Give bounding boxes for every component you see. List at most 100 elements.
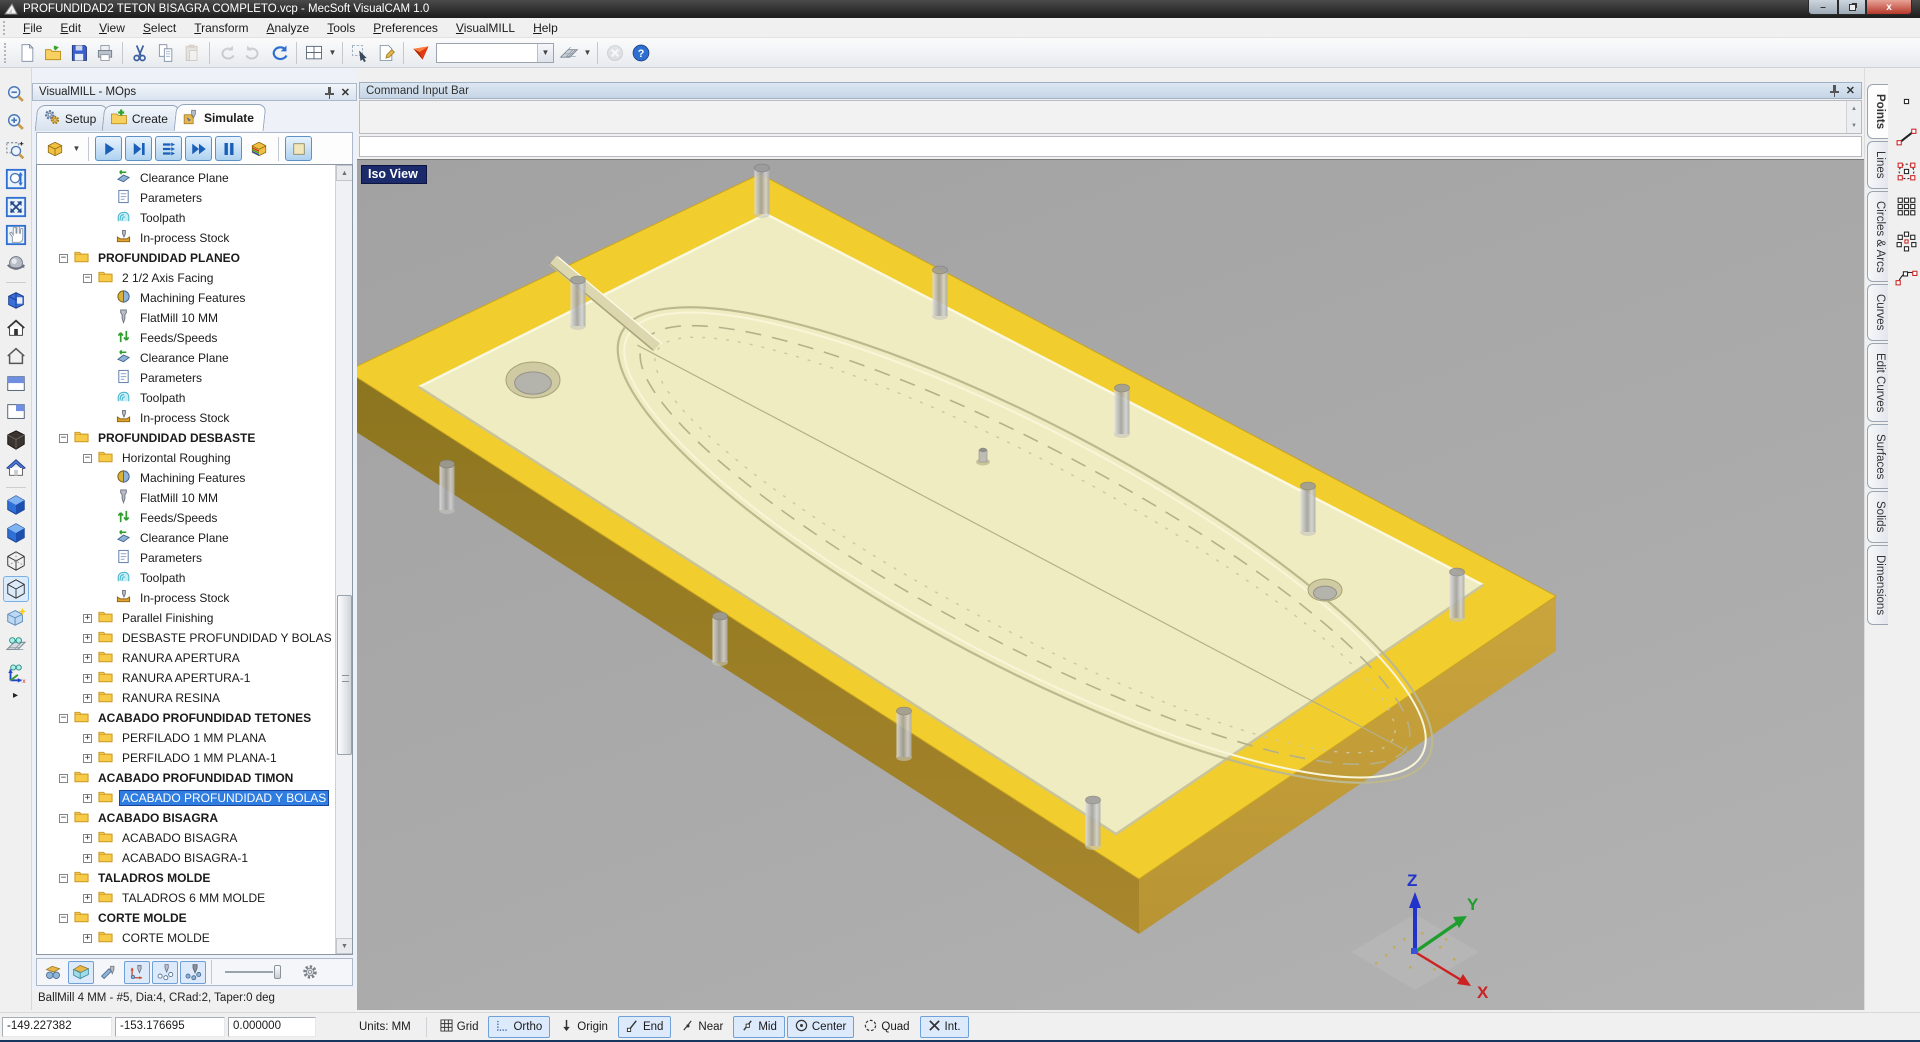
grid-toggle-icon[interactable] — [3, 632, 29, 658]
tree-item-perfilado-1-mm-plana-1[interactable]: +PERFILADO 1 MM PLANA-1 — [37, 748, 352, 768]
tab-circles-arcs[interactable]: Circles & Arcs — [1867, 191, 1888, 283]
sim-toolpath-icon[interactable] — [96, 961, 122, 984]
expand-icon[interactable]: + — [83, 854, 92, 863]
menu-item-preferences[interactable]: Preferences — [364, 20, 447, 36]
tab-create[interactable]: Create — [102, 105, 181, 131]
tree-item-taladros-6-mm-molde[interactable]: +TALADROS 6 MM MOLDE — [37, 888, 352, 908]
snap-toggle-end[interactable]: End — [618, 1016, 671, 1038]
redo-icon[interactable] — [240, 40, 266, 66]
shaded-cube-icon[interactable] — [3, 492, 29, 518]
tree-item-toolpath[interactable]: Toolpath — [37, 568, 352, 588]
tree-item-profundidad-planeo[interactable]: −PROFUNDIDAD PLANEO — [37, 248, 352, 268]
point-grid-icon[interactable] — [1895, 195, 1918, 221]
open-file-icon[interactable] — [40, 40, 66, 66]
split-view-icon[interactable] — [3, 371, 29, 397]
points-ring-icon[interactable] — [1895, 230, 1918, 256]
tree-item-desbaste-profundidad-y-bolas[interactable]: +DESBASTE PROFUNDIDAD Y BOLAS — [37, 628, 352, 648]
sim-holder-icon[interactable] — [180, 961, 206, 984]
scroll-up-icon[interactable]: ▲ — [1847, 102, 1861, 115]
expand-icon[interactable]: + — [83, 674, 92, 683]
scroll-up-icon[interactable]: ▲ — [336, 165, 353, 181]
cut-icon[interactable] — [127, 40, 153, 66]
fast-forward-icon[interactable] — [185, 136, 212, 161]
tree-item-toolpath[interactable]: Toolpath — [37, 388, 352, 408]
tree-item-toolpath[interactable]: Toolpath — [37, 208, 352, 228]
rotate-view-icon[interactable] — [3, 250, 29, 276]
points-on-circle-icon[interactable] — [1895, 160, 1918, 186]
snap-toggle-grid[interactable]: Grid — [432, 1016, 487, 1038]
render-cube-icon[interactable] — [3, 604, 29, 630]
menu-item-tools[interactable]: Tools — [318, 20, 364, 36]
material-grid-icon[interactable] — [556, 40, 582, 66]
tree-item-acabado-bisagra[interactable]: −ACABADO BISAGRA — [37, 808, 352, 828]
tree-item-feeds-speeds[interactable]: Feeds/Speeds — [37, 328, 352, 348]
sim-stock-icon[interactable] — [68, 961, 94, 984]
pause-icon[interactable] — [215, 136, 242, 161]
tree-item-acabado-profundidad-tetones[interactable]: −ACABADO PROFUNDIDAD TETONES — [37, 708, 352, 728]
expand-icon[interactable]: + — [83, 694, 92, 703]
tree-item-ranura-apertura[interactable]: +RANURA APERTURA — [37, 648, 352, 668]
menu-item-select[interactable]: Select — [134, 20, 185, 36]
print-icon[interactable] — [92, 40, 118, 66]
collapse-icon[interactable]: − — [59, 714, 68, 723]
simulation-speed-slider[interactable] — [225, 963, 287, 981]
tab-lines[interactable]: Lines — [1867, 141, 1888, 189]
tree-item-corte-molde[interactable]: +CORTE MOLDE — [37, 928, 352, 948]
stop-icon[interactable] — [602, 40, 628, 66]
stock-cube-icon[interactable] — [41, 136, 68, 161]
collapse-icon[interactable]: − — [83, 274, 92, 283]
mops-panel-titlebar[interactable]: VisualMILL - MOps ✕ — [32, 83, 357, 101]
zoom-out-icon[interactable] — [3, 82, 29, 108]
play-to-end-icon[interactable] — [125, 136, 152, 161]
snap-toggle-ortho[interactable]: Ortho — [488, 1016, 550, 1038]
tree-item-parallel-finishing[interactable]: +Parallel Finishing — [37, 608, 352, 628]
hidden-line-cube-icon[interactable] — [3, 548, 29, 574]
simulation-settings-gear-icon[interactable] — [297, 961, 323, 984]
tree-item-feeds-speeds[interactable]: Feeds/Speeds — [37, 508, 352, 528]
tab-setup[interactable]: Setup — [35, 105, 109, 131]
tree-item-parameters[interactable]: Parameters — [37, 548, 352, 568]
help-icon[interactable] — [628, 40, 654, 66]
object-properties-icon[interactable] — [373, 40, 399, 66]
menu-item-analyze[interactable]: Analyze — [257, 20, 318, 36]
home-view-icon[interactable] — [3, 315, 29, 341]
tree-item-acabado-profundidad-y-bolas[interactable]: +ACABADO PROFUNDIDAD Y BOLAS — [37, 788, 352, 808]
scroll-down-icon[interactable]: ▼ — [336, 938, 353, 954]
copy-icon[interactable] — [153, 40, 179, 66]
expand-icon[interactable]: + — [83, 754, 92, 763]
tree-item-flatmill-10-mm[interactable]: FlatMill 10 MM — [37, 488, 352, 508]
tree-item-horizontal-roughing[interactable]: −Horizontal Roughing — [37, 448, 352, 468]
axes-toggle-icon[interactable] — [3, 660, 29, 686]
collapse-icon[interactable]: − — [59, 874, 68, 883]
menu-item-view[interactable]: View — [90, 20, 134, 36]
expand-icon[interactable]: + — [83, 634, 92, 643]
zoom-extents-icon[interactable] — [3, 166, 29, 192]
snap-toggle-quad[interactable]: Quad — [856, 1016, 917, 1038]
snap-toggle-mid[interactable]: Mid — [733, 1016, 785, 1038]
chevron-down-icon[interactable]: ▼ — [327, 40, 338, 66]
play-icon[interactable] — [95, 136, 122, 161]
tree-item-taladros-molde[interactable]: −TALADROS MOLDE — [37, 868, 352, 888]
sim-model-icon[interactable] — [40, 961, 66, 984]
corner-view-icon[interactable] — [3, 399, 29, 425]
close-icon[interactable]: ✕ — [1846, 84, 1855, 97]
minimize-button[interactable]: – — [1808, 0, 1838, 15]
tree-item-acabado-bisagra-1[interactable]: +ACABADO BISAGRA-1 — [37, 848, 352, 868]
menu-item-visualmill[interactable]: VisualMILL — [447, 20, 524, 36]
chevron-down-icon[interactable]: ▼ — [71, 136, 82, 162]
paste-icon[interactable] — [179, 40, 205, 66]
tree-item-profundidad-desbaste[interactable]: −PROFUNDIDAD DESBASTE — [37, 428, 352, 448]
tree-item-clearance-plane[interactable]: Clearance Plane — [37, 348, 352, 368]
close-button[interactable]: x — [1866, 0, 1912, 15]
single-point-icon[interactable] — [1895, 90, 1918, 116]
fit-view-icon[interactable] — [3, 194, 29, 220]
collapse-icon[interactable]: − — [59, 814, 68, 823]
tab-surfaces[interactable]: Surfaces — [1867, 424, 1888, 489]
simulate-by-moves-icon[interactable] — [155, 136, 182, 161]
snap-toggle-near[interactable]: Near — [673, 1016, 731, 1038]
tab-curves[interactable]: Curves — [1867, 284, 1888, 340]
points-on-line-icon[interactable] — [1895, 125, 1918, 151]
refresh-icon[interactable] — [266, 40, 292, 66]
snap-toggle-int[interactable]: Int. — [920, 1016, 969, 1038]
undo-icon[interactable] — [214, 40, 240, 66]
